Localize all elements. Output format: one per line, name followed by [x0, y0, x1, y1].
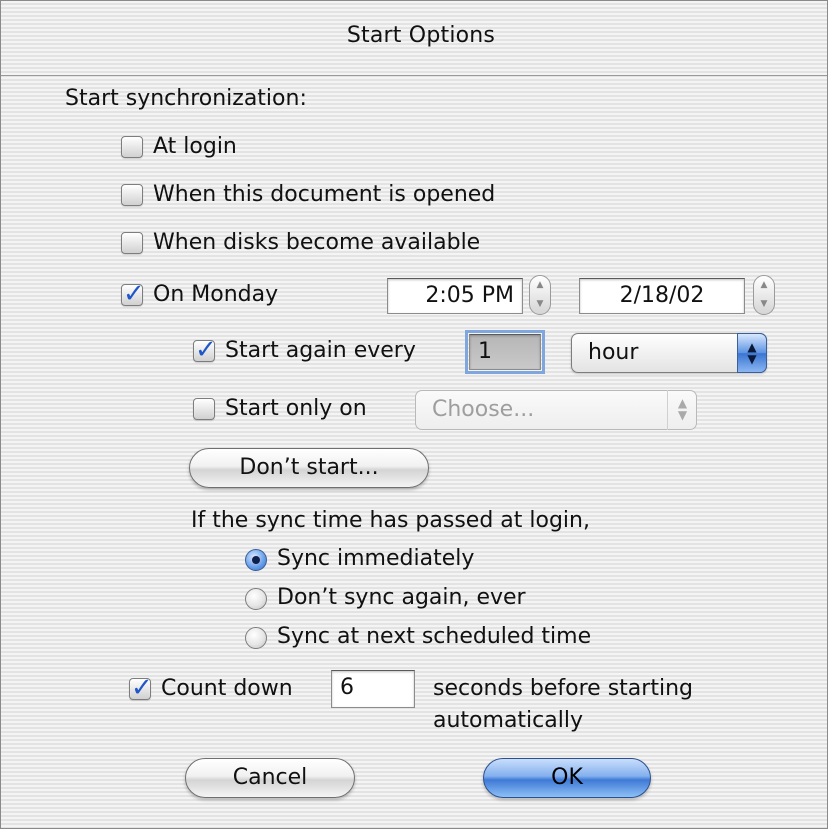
document-opened-label[interactable]: When this document is opened [153, 182, 495, 207]
interval-value-field[interactable]: 1 [465, 330, 545, 374]
stepper-down-icon[interactable]: ▼ [530, 295, 550, 314]
at-login-checkbox[interactable] [121, 136, 143, 158]
time-stepper[interactable]: ▲ ▼ [529, 275, 551, 315]
stepper-up-icon[interactable]: ▲ [530, 276, 550, 295]
time-field[interactable]: 2:05 PM [387, 278, 523, 314]
stepper-down-icon[interactable]: ▼ [754, 295, 774, 314]
radio-dot-icon [252, 556, 260, 564]
sync-next-scheduled-radio[interactable] [245, 627, 267, 649]
document-opened-checkbox[interactable] [121, 184, 143, 206]
count-down-checkbox[interactable]: ✓ [129, 673, 153, 703]
start-again-label[interactable]: Start again every [225, 338, 416, 363]
on-day-checkbox[interactable]: ✓ [121, 279, 145, 309]
on-day-label[interactable]: On Monday [153, 282, 278, 307]
dont-sync-again-label[interactable]: Don’t sync again, ever [277, 585, 526, 610]
disks-available-label[interactable]: When disks become available [153, 230, 480, 255]
sync-next-scheduled-label[interactable]: Sync at next scheduled time [277, 624, 591, 649]
start-again-checkbox[interactable]: ✓ [193, 335, 217, 365]
window-title: Start Options [346, 23, 496, 48]
count-down-suffix-line2: automatically [433, 708, 583, 733]
check-icon: ✓ [195, 335, 217, 365]
interval-unit-value: hour [588, 340, 639, 365]
check-icon: ✓ [131, 673, 153, 703]
dialog-content: Start synchronization: At login When thi… [1, 76, 827, 828]
start-options-dialog: Start Options Start synchronization: At … [0, 0, 828, 829]
check-icon: ✓ [123, 279, 145, 309]
date-field[interactable]: 2/18/02 [579, 278, 745, 314]
count-down-seconds-field[interactable]: 6 [331, 670, 415, 708]
start-only-label[interactable]: Start only on [225, 396, 367, 421]
ok-button[interactable]: OK [483, 758, 651, 798]
start-only-placeholder: Choose... [432, 397, 535, 422]
start-only-popup[interactable]: Choose... ▲ ▼ [415, 390, 697, 430]
count-down-suffix-line1: seconds before starting [433, 676, 693, 701]
dont-start-button[interactable]: Don’t start... [189, 448, 429, 488]
section-label: Start synchronization: [65, 86, 307, 111]
popup-arrows-icon: ▲ ▼ [667, 390, 697, 430]
title-bar[interactable]: Start Options [1, 1, 827, 76]
dont-sync-again-radio[interactable] [245, 588, 267, 610]
interval-unit-popup[interactable]: hour ▲ ▼ [571, 333, 767, 373]
at-login-label[interactable]: At login [153, 134, 237, 159]
start-only-checkbox[interactable] [193, 398, 215, 420]
cancel-button[interactable]: Cancel [185, 758, 355, 798]
date-stepper[interactable]: ▲ ▼ [753, 275, 775, 315]
count-down-label[interactable]: Count down [161, 676, 293, 701]
stepper-up-icon[interactable]: ▲ [754, 276, 774, 295]
missed-sync-prompt: If the sync time has passed at login, [191, 508, 590, 533]
popup-arrows-icon: ▲ ▼ [737, 333, 767, 373]
sync-immediately-label[interactable]: Sync immediately [277, 546, 474, 571]
disks-available-checkbox[interactable] [121, 232, 143, 254]
sync-immediately-radio[interactable] [245, 549, 267, 571]
